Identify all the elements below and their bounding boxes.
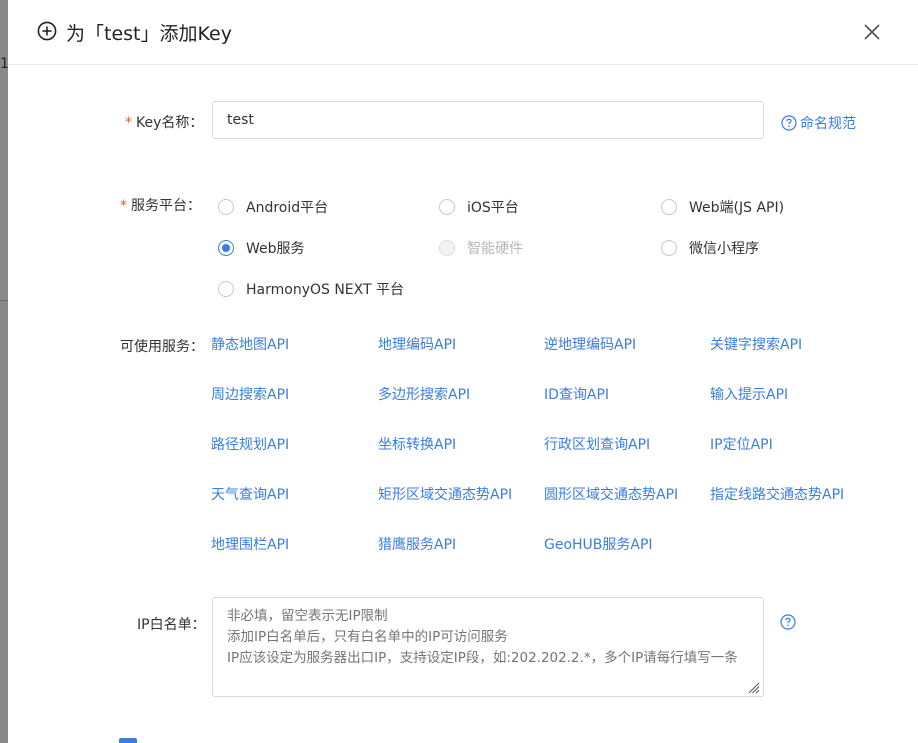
- add-key-dialog: 为「test」添加Key *Key名称： 命名规范 *服务平台： Android…: [8, 0, 918, 743]
- close-button[interactable]: [860, 20, 884, 44]
- resize-handle-icon[interactable]: [746, 679, 760, 694]
- radio-smart-hardware: 智能硬件: [439, 238, 523, 258]
- naming-rules-text: 命名规范: [800, 116, 856, 132]
- required-mark: *: [120, 198, 127, 214]
- radio-web-js-api[interactable]: Web端(JS API): [661, 197, 784, 217]
- service-link-geohub[interactable]: GeoHUB服务API: [544, 534, 653, 554]
- service-link-district-query[interactable]: 行政区划查询API: [544, 434, 650, 454]
- service-link-falcon[interactable]: 猎鹰服务API: [378, 534, 456, 554]
- agreement-checkbox[interactable]: [119, 738, 137, 743]
- service-link-id-query[interactable]: ID查询API: [544, 384, 609, 404]
- service-link-route-planning[interactable]: 路径规划API: [211, 434, 289, 454]
- key-name-label: * Key名称：: [125, 112, 203, 132]
- radio-harmonyos-next[interactable]: HarmonyOS NEXT 平台: [218, 279, 404, 299]
- close-icon: [864, 24, 880, 40]
- key-name-label-text: Key名称：: [136, 115, 204, 131]
- service-link-rectangle-traffic[interactable]: 矩形区域交通态势API: [378, 484, 512, 504]
- radio-circle: [661, 240, 677, 256]
- radio-circle-selected: [218, 240, 234, 256]
- radio-ios[interactable]: iOS平台: [439, 197, 519, 217]
- question-circle-icon: [781, 115, 797, 131]
- radio-label: iOS平台: [467, 200, 519, 216]
- radio-circle: [661, 199, 677, 215]
- service-link-geofence[interactable]: 地理围栏API: [211, 534, 289, 554]
- radio-android[interactable]: Android平台: [218, 197, 328, 217]
- backdrop-divider: [0, 300, 8, 301]
- backdrop-page-edge: [0, 0, 8, 743]
- dialog-title: 为「test」添加Key: [66, 23, 232, 45]
- dialog-header: 为「test」添加Key: [8, 0, 918, 65]
- service-link-weather[interactable]: 天气查询API: [211, 484, 289, 504]
- ip-whitelist-textarea[interactable]: [212, 597, 764, 697]
- radio-label: HarmonyOS NEXT 平台: [246, 282, 404, 298]
- required-mark: *: [125, 115, 132, 131]
- radio-label: Web端(JS API): [689, 200, 785, 216]
- service-link-reverse-geocoding[interactable]: 逆地理编码API: [544, 334, 636, 354]
- service-link-polygon-search[interactable]: 多边形搜索API: [378, 384, 470, 404]
- radio-circle: [218, 199, 234, 215]
- services-label: 可使用服务：: [120, 339, 204, 355]
- service-link-ip-location[interactable]: IP定位API: [710, 434, 773, 454]
- radio-circle-disabled: [439, 240, 455, 256]
- plus-circle-icon: [37, 21, 57, 41]
- service-link-static-map[interactable]: 静态地图API: [211, 334, 289, 354]
- naming-rules-link[interactable]: 命名规范: [781, 113, 856, 133]
- service-link-keyword-search[interactable]: 关键字搜索API: [710, 334, 802, 354]
- radio-label: Android平台: [246, 200, 329, 216]
- radio-label: Web服务: [246, 241, 305, 257]
- radio-circle: [439, 199, 455, 215]
- service-link-road-traffic[interactable]: 指定线路交通态势API: [710, 484, 844, 504]
- radio-label: 智能硬件: [467, 241, 523, 257]
- service-link-coordinate-convert[interactable]: 坐标转换API: [378, 434, 456, 454]
- key-name-input[interactable]: [212, 101, 764, 139]
- radio-circle: [218, 281, 234, 297]
- ip-whitelist-label: IP白名单：: [137, 617, 206, 633]
- platform-label-text: 服务平台：: [131, 198, 201, 214]
- service-link-geocoding[interactable]: 地理编码API: [378, 334, 456, 354]
- platform-label: * 服务平台：: [120, 195, 201, 215]
- radio-wechat-mini-program[interactable]: 微信小程序: [661, 238, 759, 258]
- service-link-circle-traffic[interactable]: 圆形区域交通态势API: [544, 484, 678, 504]
- service-link-around-search[interactable]: 周边搜索API: [211, 384, 289, 404]
- radio-label: 微信小程序: [689, 241, 759, 257]
- service-link-input-tips[interactable]: 输入提示API: [710, 384, 788, 404]
- radio-web-service[interactable]: Web服务: [218, 238, 305, 258]
- question-circle-icon[interactable]: [780, 614, 796, 630]
